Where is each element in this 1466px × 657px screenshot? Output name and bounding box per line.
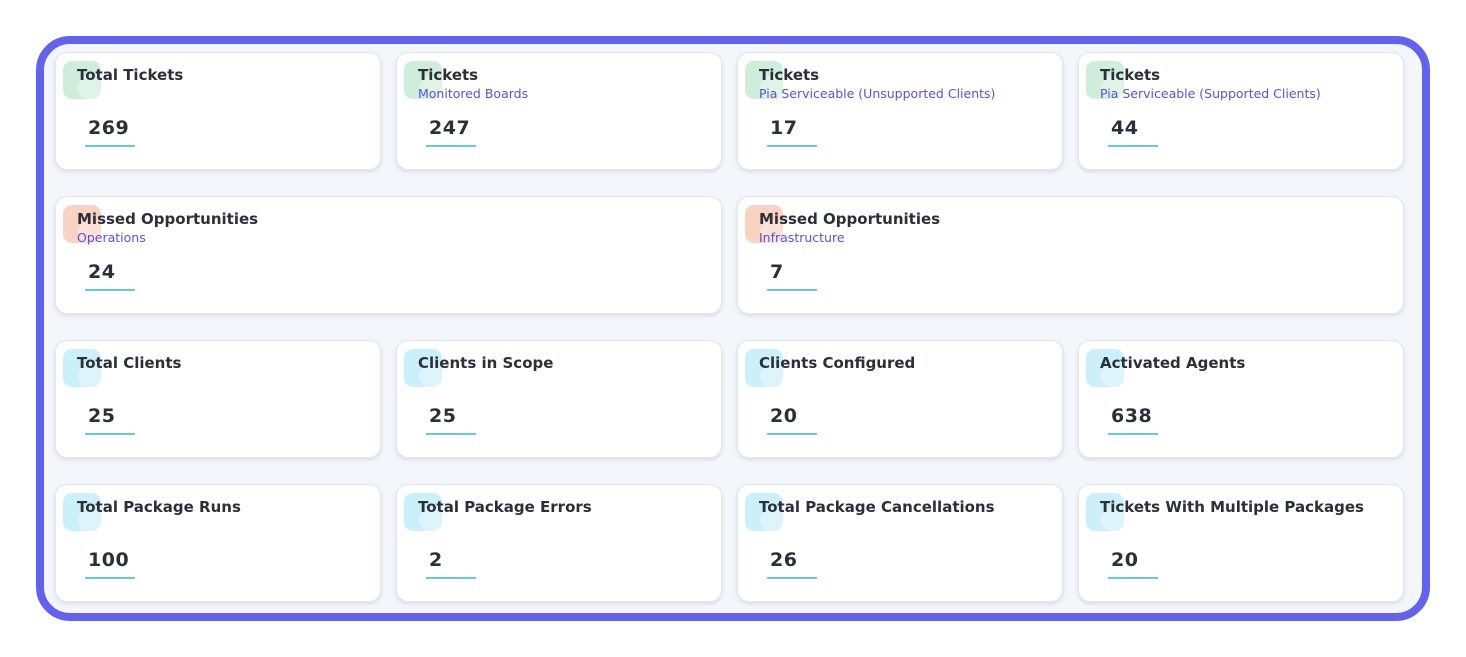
card-title: Clients Configured (759, 354, 916, 372)
card-value: 269 (88, 117, 130, 139)
card-value: 2 (429, 549, 443, 571)
stat-card-clients-in-scope[interactable]: Clients in Scope 25 (396, 340, 722, 458)
stat-card-clients-configured[interactable]: Clients Configured 20 (737, 340, 1063, 458)
card-title: Tickets (418, 66, 479, 84)
stat-card-tickets-supported-clients[interactable]: Tickets Pia Serviceable (Supported Clien… (1078, 52, 1404, 170)
value-underline (767, 145, 817, 147)
card-value: 20 (770, 405, 798, 427)
card-title: Total Package Runs (77, 498, 241, 516)
card-value: 7 (770, 261, 784, 283)
card-title: Total Package Errors (418, 498, 592, 516)
card-title: Missed Opportunities (759, 210, 941, 228)
card-value: 44 (1111, 117, 1139, 139)
stat-card-missed-opportunities-infrastructure[interactable]: Missed Opportunities Infrastructure 7 (737, 196, 1404, 314)
value-underline (426, 433, 476, 435)
card-value: 247 (429, 117, 471, 139)
card-title: Tickets (759, 66, 820, 84)
card-value: 638 (1111, 405, 1153, 427)
value-underline (426, 577, 476, 579)
card-title: Tickets With Multiple Packages (1100, 498, 1364, 516)
card-value: 26 (770, 549, 798, 571)
stat-card-total-tickets[interactable]: Total Tickets 269 (55, 52, 381, 170)
card-title: Total Clients (77, 354, 182, 372)
card-title: Clients in Scope (418, 354, 554, 372)
stat-card-total-package-cancellations[interactable]: Total Package Cancellations 26 (737, 484, 1063, 602)
card-subtitle: Pia Serviceable (Unsupported Clients) (759, 86, 996, 101)
stat-card-missed-opportunities-operations[interactable]: Missed Opportunities Operations 24 (55, 196, 722, 314)
value-underline (426, 145, 476, 147)
card-subtitle: Operations (77, 230, 146, 245)
value-underline (1108, 577, 1158, 579)
value-underline (85, 289, 135, 291)
value-underline (85, 433, 135, 435)
value-underline (1108, 433, 1158, 435)
stat-card-total-package-errors[interactable]: Total Package Errors 2 (396, 484, 722, 602)
stat-card-activated-agents[interactable]: Activated Agents 638 (1078, 340, 1404, 458)
card-subtitle: Infrastructure (759, 230, 845, 245)
card-value: 20 (1111, 549, 1139, 571)
card-title: Tickets (1100, 66, 1161, 84)
stat-card-tickets-with-multiple-packages[interactable]: Tickets With Multiple Packages 20 (1078, 484, 1404, 602)
value-underline (85, 577, 135, 579)
value-underline (767, 433, 817, 435)
card-title: Total Package Cancellations (759, 498, 995, 516)
card-subtitle: Pia Serviceable (Supported Clients) (1100, 86, 1321, 101)
value-underline (1108, 145, 1158, 147)
dashboard-frame: Total Tickets 269 Tickets Monitored Boar… (36, 36, 1430, 621)
stat-card-total-package-runs[interactable]: Total Package Runs 100 (55, 484, 381, 602)
card-value: 25 (88, 405, 116, 427)
value-underline (767, 577, 817, 579)
card-title: Total Tickets (77, 66, 184, 84)
value-underline (767, 289, 817, 291)
card-subtitle: Monitored Boards (418, 86, 529, 101)
card-value: 24 (88, 261, 116, 283)
stat-card-tickets-unsupported-clients[interactable]: Tickets Pia Serviceable (Unsupported Cli… (737, 52, 1063, 170)
card-title: Missed Opportunities (77, 210, 259, 228)
card-value: 17 (770, 117, 798, 139)
stat-card-tickets-monitored-boards[interactable]: Tickets Monitored Boards 247 (396, 52, 722, 170)
card-title: Activated Agents (1100, 354, 1246, 372)
value-underline (85, 145, 135, 147)
card-value: 25 (429, 405, 457, 427)
card-value: 100 (88, 549, 130, 571)
stat-card-total-clients[interactable]: Total Clients 25 (55, 340, 381, 458)
